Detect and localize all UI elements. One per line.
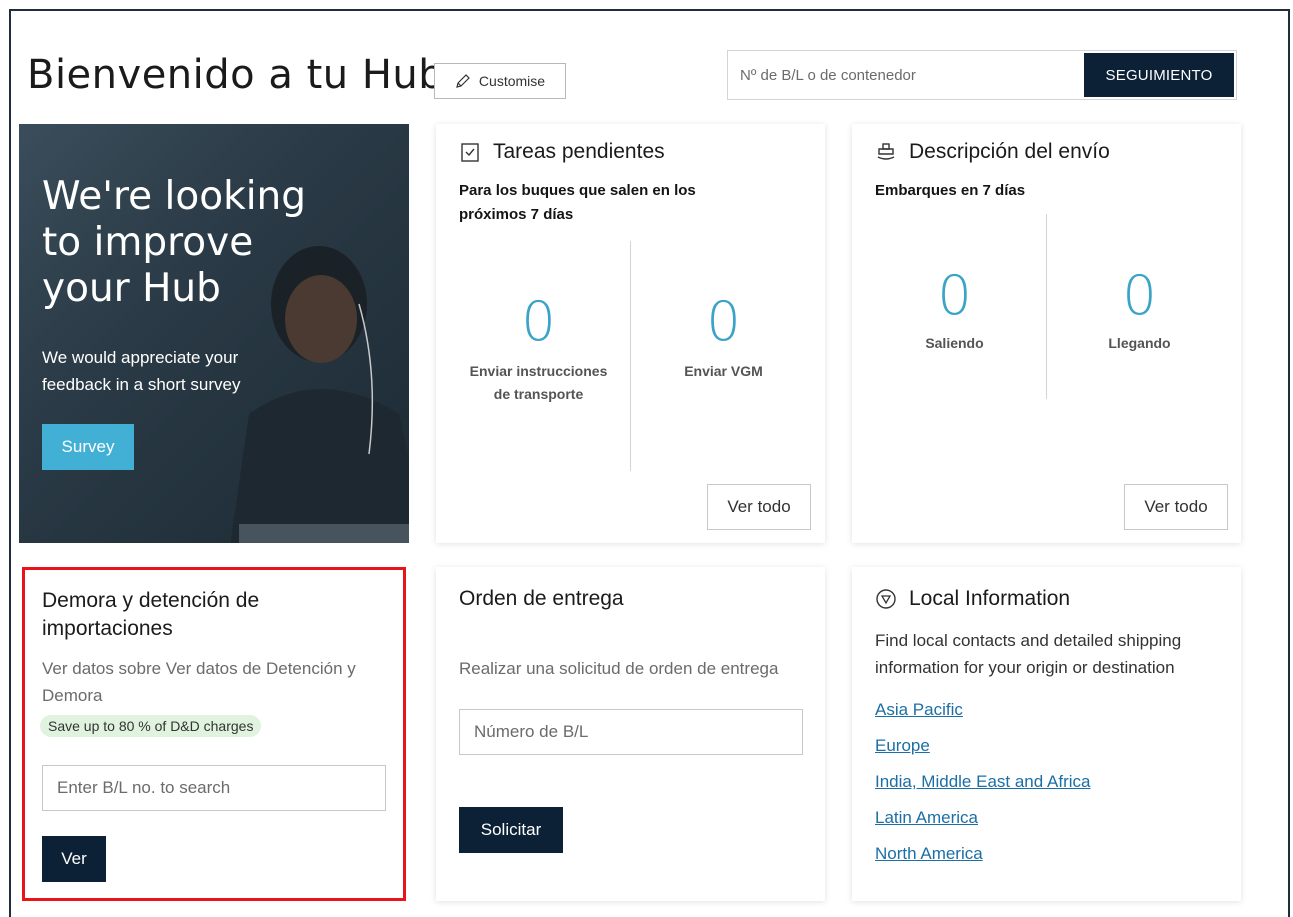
- tasks-view-all-button[interactable]: Ver todo: [707, 484, 811, 530]
- shipment-stat-arriving[interactable]: 0 Llegando: [1067, 266, 1212, 355]
- region-link-north-america[interactable]: North America: [875, 844, 1090, 864]
- region-link-latin-america[interactable]: Latin America: [875, 808, 1090, 828]
- shipment-title: Descripción del envío: [909, 140, 1110, 163]
- customise-label: Customise: [478, 73, 546, 89]
- page-title: Bienvenido a tu Hub: [27, 52, 445, 98]
- tasks-divider: [630, 241, 631, 471]
- shipment-stat-departing[interactable]: 0 Saliendo: [882, 266, 1027, 355]
- local-title-row: Local Information: [875, 587, 1070, 611]
- shipment-stat-label: Llegando: [1108, 335, 1171, 351]
- pencil-icon: [456, 74, 470, 88]
- region-link-europe[interactable]: Europe: [875, 736, 1090, 756]
- shipment-stat-value: 0: [1122, 264, 1157, 327]
- local-description: Find local contacts and detailed shippin…: [875, 631, 1182, 677]
- tasks-stat-label: Enviar VGM: [684, 363, 763, 379]
- survey-banner: We're looking to improve your Hub We wou…: [19, 124, 409, 543]
- ship-icon: [877, 143, 895, 160]
- location-pin-icon: [876, 589, 896, 609]
- region-link-asia-pacific[interactable]: Asia Pacific: [875, 700, 1090, 720]
- highlight-frame: [22, 567, 406, 901]
- tasks-stat-instructions[interactable]: 0 Enviar instrucciones de transporte: [466, 292, 611, 406]
- clipboard-check-icon: [461, 143, 479, 162]
- tasks-stat-value: 0: [706, 290, 741, 353]
- shipment-subtitle: Embarques en 7 días: [875, 182, 1026, 199]
- tasks-stat-vgm[interactable]: 0 Enviar VGM: [651, 292, 796, 383]
- shipment-divider: [1046, 214, 1047, 399]
- shipment-view-all-button[interactable]: Ver todo: [1124, 484, 1228, 530]
- region-links: Asia Pacific Europe India, Middle East a…: [875, 700, 1090, 864]
- shipment-stat-value: 0: [937, 264, 972, 327]
- tasks-stat-value: 0: [521, 290, 556, 353]
- shipment-stat-label: Saliendo: [925, 335, 984, 351]
- tasks-title-row: Tareas pendientes: [459, 140, 665, 164]
- survey-text: We would appreciate your feedback in a s…: [42, 348, 241, 394]
- delivery-description: Realizar una solicitud de orden de entre…: [459, 659, 779, 678]
- survey-button[interactable]: Survey: [42, 424, 134, 470]
- shipment-card: Descripción del envío Embarques en 7 día…: [852, 124, 1241, 543]
- tasks-card: Tareas pendientes Para los buques que sa…: [436, 124, 825, 543]
- survey-heading: We're looking to improve your Hub: [42, 174, 307, 311]
- region-link-imea[interactable]: India, Middle East and Africa: [875, 772, 1090, 792]
- tasks-title: Tareas pendientes: [493, 140, 665, 163]
- delivery-request-button[interactable]: Solicitar: [459, 807, 563, 853]
- tracking-search-input[interactable]: [728, 51, 1082, 99]
- delivery-title: Orden de entrega: [459, 587, 624, 610]
- shipment-title-row: Descripción del envío: [875, 140, 1110, 164]
- tracking-search-button[interactable]: SEGUIMIENTO: [1084, 53, 1234, 97]
- tracking-search: SEGUIMIENTO: [727, 50, 1237, 100]
- customise-button[interactable]: Customise: [434, 63, 566, 99]
- local-information-card: Local Information Find local contacts an…: [852, 567, 1241, 901]
- local-title: Local Information: [909, 587, 1071, 610]
- tasks-stat-label: Enviar instrucciones de transporte: [469, 363, 608, 402]
- tasks-subtitle: Para los buques que salen en los próximo…: [459, 182, 696, 223]
- delivery-bl-input[interactable]: [459, 709, 803, 755]
